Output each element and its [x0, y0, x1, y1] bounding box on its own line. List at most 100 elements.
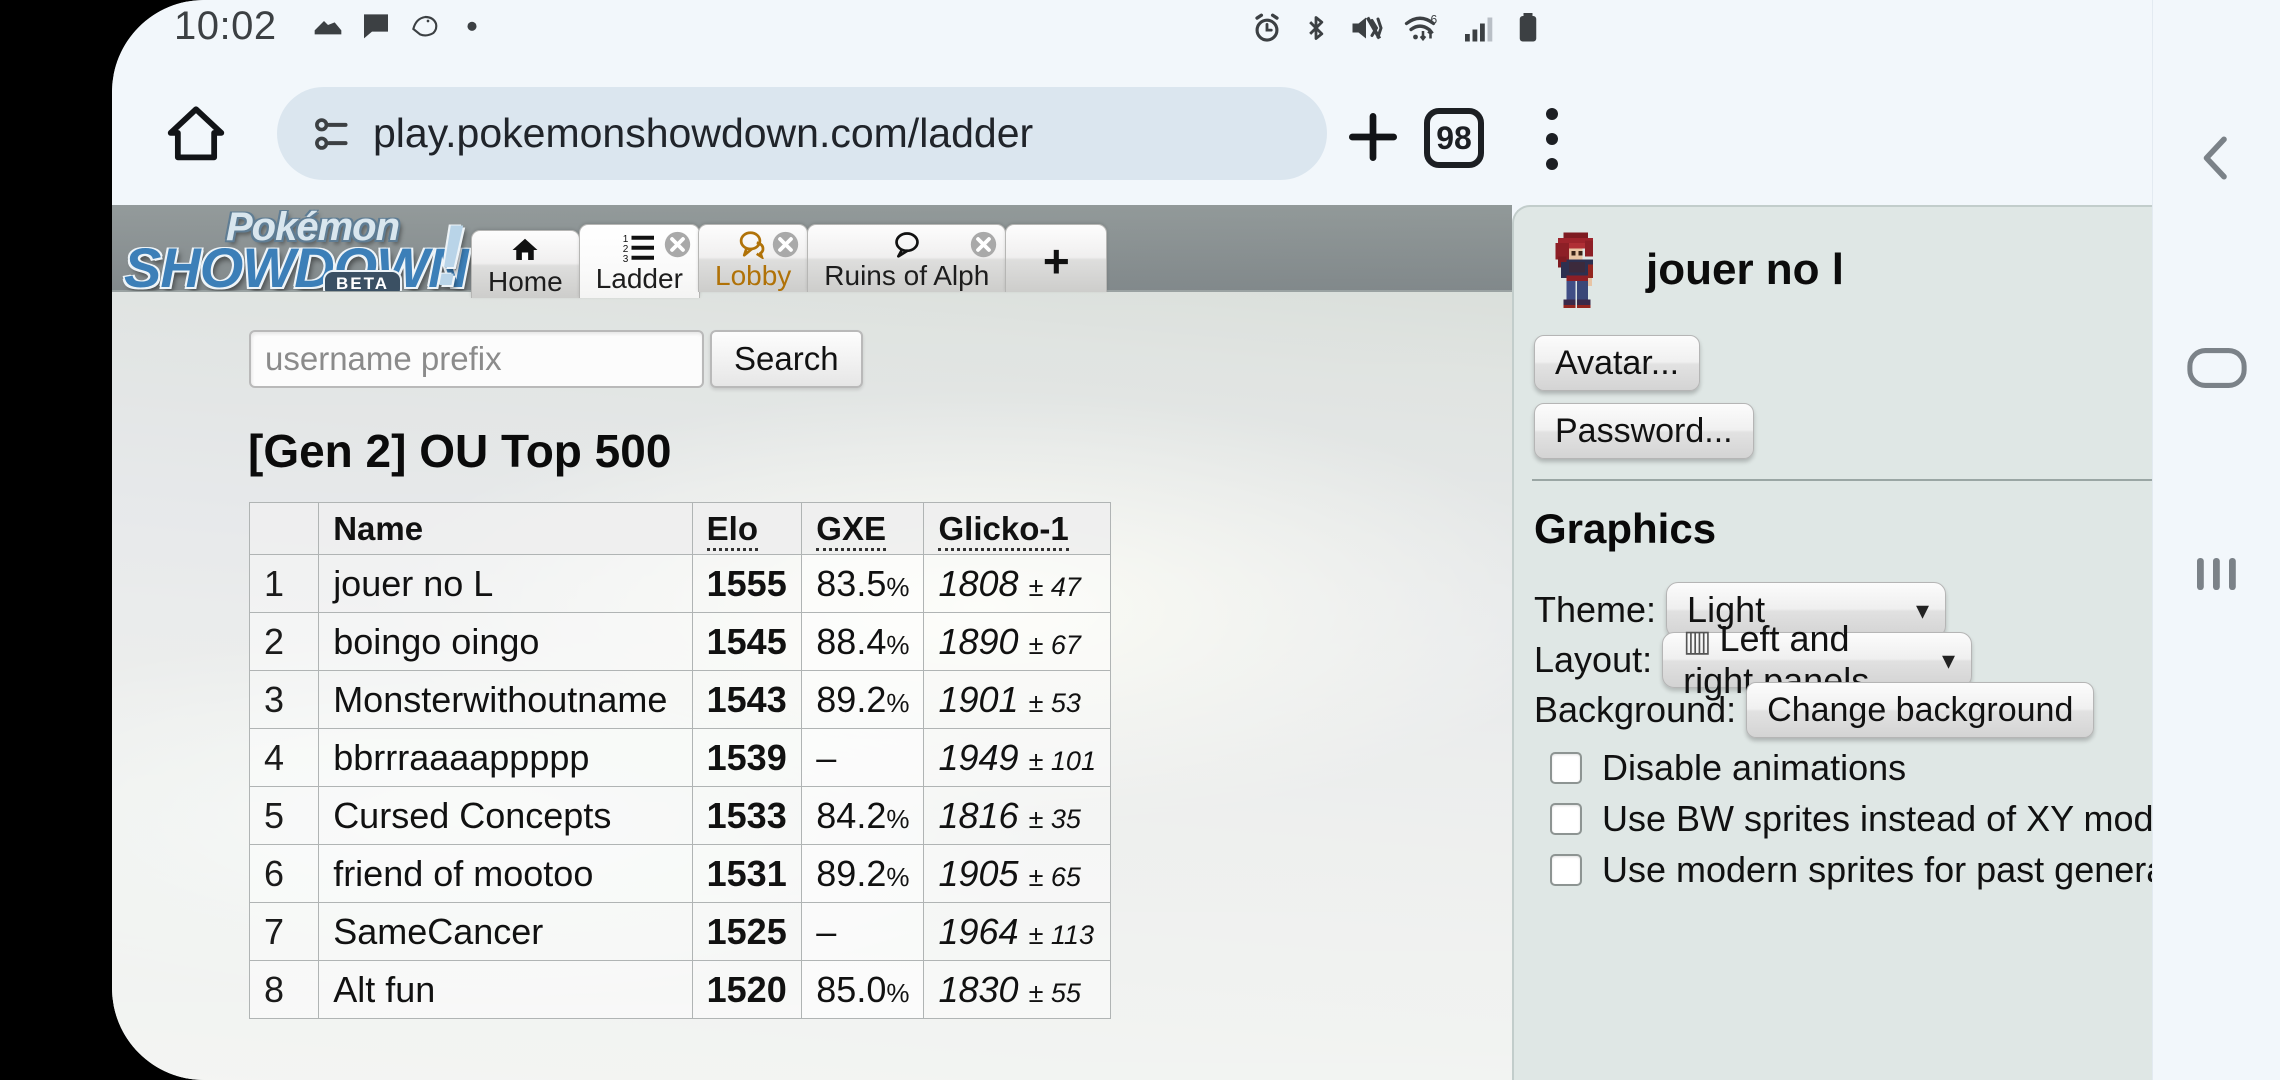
status-notification-icons — [312, 8, 488, 42]
cell-gxe: – — [801, 728, 925, 787]
cell-elo: 1525 — [691, 902, 803, 961]
bw-sprites-checkbox[interactable] — [1550, 803, 1582, 835]
table-row[interactable]: 2 boingo oingo 1545 88.4% 1890 ± 67 — [248, 612, 1111, 671]
cell-name[interactable]: jouer no L — [318, 554, 693, 613]
cell-gxe: 89.2% — [801, 844, 925, 903]
table-row[interactable]: 6 friend of mootoo 1531 89.2% 1905 ± 65 — [248, 844, 1111, 903]
bw-sprites-label: Use BW sprites instead of XY models — [1602, 798, 2200, 839]
cell-rank: 5 — [248, 786, 320, 845]
username-prefix-input[interactable]: username prefix — [249, 330, 704, 388]
cell-glicko: 1808 ± 47 — [923, 554, 1111, 613]
panel-divider — [1532, 479, 2212, 481]
showdown-logo[interactable]: Pokémon SHOWDOWN BETA ! — [118, 207, 508, 291]
change-background-button[interactable]: Change background — [1746, 682, 2095, 738]
cell-rank: 6 — [248, 844, 320, 903]
search-button[interactable]: Search — [710, 330, 863, 388]
new-showdown-tab-button[interactable]: + — [1005, 224, 1108, 292]
bw-sprites-row[interactable]: Use BW sprites instead of XY models — [1550, 798, 2200, 840]
house-icon — [510, 235, 540, 265]
ladder-search-row: username prefix Search — [249, 330, 863, 388]
tab-count-button[interactable]: 98 — [1424, 108, 1484, 168]
home-icon — [167, 106, 225, 161]
table-row[interactable]: 3 Monsterwithoutname 1543 89.2% 1901 ± 5… — [248, 670, 1111, 729]
trainer-avatar[interactable] — [1534, 227, 1620, 313]
tab-close-icon[interactable] — [771, 230, 800, 259]
col-glicko[interactable]: Glicko-1 — [923, 502, 1111, 555]
page-viewport: Pokémon SHOWDOWN BETA ! Home 1 2 3 Ladde… — [112, 205, 1512, 1080]
cell-rank: 1 — [248, 554, 320, 613]
status-bar: 10:02 6 — [112, 0, 2280, 62]
tune-icon[interactable] — [307, 112, 351, 156]
logo-exclamation: ! — [436, 208, 465, 291]
cell-name[interactable]: bbrrraaaappppp — [318, 728, 693, 787]
graphics-heading: Graphics — [1534, 505, 1717, 552]
cell-glicko: 1964 ± 113 — [923, 902, 1111, 961]
cell-elo: 1531 — [691, 844, 803, 903]
mute-vibrate-icon — [1352, 16, 1383, 40]
home-pill-icon — [2187, 348, 2247, 388]
tab-lobby[interactable]: Lobby — [698, 224, 809, 292]
android-home-button[interactable] — [2153, 318, 2280, 418]
phone-screen: 10:02 6 play.pokemonshowdown.com/ladder … — [112, 0, 2280, 1080]
cell-elo: 1545 — [691, 612, 803, 671]
cell-glicko: 1949 ± 101 — [923, 728, 1111, 787]
modern-sprites-row[interactable]: Use modern sprites for past generations — [1550, 849, 2242, 891]
cell-name[interactable]: Cursed Concepts — [318, 786, 693, 845]
cell-glicko: 1816 ± 35 — [923, 786, 1111, 845]
tab-count-label: 98 — [1436, 119, 1472, 156]
plus-icon: + — [1042, 234, 1070, 287]
cell-rank: 4 — [248, 728, 320, 787]
table-row[interactable]: 7 SameCancer 1525 – 1964 ± 113 — [248, 902, 1111, 961]
modern-sprites-checkbox[interactable] — [1550, 854, 1582, 886]
cell-name[interactable]: SameCancer — [318, 902, 693, 961]
cell-elo: 1555 — [691, 554, 803, 613]
tab-home[interactable]: Home — [471, 230, 580, 298]
cell-elo: 1543 — [691, 670, 803, 729]
cell-elo: 1533 — [691, 786, 803, 845]
settings-panel: jouer no l Avatar... Password... Graphic… — [1512, 205, 2248, 1080]
table-row[interactable]: 1 jouer no L 1555 83.5% 1808 ± 47 — [248, 554, 1111, 613]
col-elo[interactable]: Elo — [691, 502, 803, 555]
alarm-icon — [1255, 13, 1279, 42]
tab-ladder-label: Ladder — [595, 262, 683, 294]
disable-animations-row[interactable]: Disable animations — [1550, 747, 1906, 789]
tabbar-right: Lobby Ruins of Alph + — [698, 224, 1108, 292]
new-tab-button[interactable] — [1342, 106, 1404, 168]
browser-home-button[interactable] — [154, 92, 238, 176]
url-bar[interactable]: play.pokemonshowdown.com/ladder — [277, 87, 1327, 180]
cell-name[interactable]: boingo oingo — [318, 612, 693, 671]
user-row: jouer no l — [1534, 227, 1844, 313]
svg-text:3: 3 — [623, 254, 629, 262]
table-row[interactable]: 8 Alt fun 1520 85.0% 1830 ± 55 — [248, 960, 1111, 1019]
background-label: Background: — [1534, 689, 1737, 730]
svg-text:6: 6 — [1431, 13, 1438, 27]
tab-close-icon[interactable] — [969, 230, 998, 259]
tab-ruins-of-alph[interactable]: Ruins of Alph — [807, 224, 1007, 292]
tab-ladder[interactable]: 1 2 3 Ladder — [578, 224, 700, 298]
table-row[interactable]: 5 Cursed Concepts 1533 84.2% 1816 ± 35 — [248, 786, 1111, 845]
password-button[interactable]: Password... — [1534, 403, 1754, 459]
tab-close-icon[interactable] — [663, 230, 692, 259]
background-row: Background: Change background — [1534, 682, 2095, 738]
username-label: jouer no l — [1646, 245, 1844, 294]
cell-name[interactable]: Alt fun — [318, 960, 693, 1019]
col-gxe[interactable]: GXE — [801, 502, 925, 555]
android-back-button[interactable] — [2153, 108, 2280, 208]
browser-menu-button[interactable] — [1527, 104, 1577, 174]
cell-glicko: 1830 ± 55 — [923, 960, 1111, 1019]
disable-animations-label: Disable animations — [1602, 747, 1907, 788]
col-rank — [248, 502, 320, 555]
cell-glicko: 1905 ± 65 — [923, 844, 1111, 903]
cell-gxe: 88.4% — [801, 612, 925, 671]
android-recents-button[interactable] — [2153, 524, 2280, 624]
panels-glyph-icon: ▥ — [1683, 625, 1712, 658]
disable-animations-checkbox[interactable] — [1550, 752, 1582, 784]
modern-sprites-label: Use modern sprites for past generations — [1602, 849, 2243, 890]
tab-ruins-of-alph-label: Ruins of Alph — [824, 259, 990, 291]
cell-name[interactable]: friend of mootoo — [318, 844, 693, 903]
avatar-button[interactable]: Avatar... — [1534, 335, 1701, 391]
overflow-menu-icon — [1546, 133, 1558, 145]
cell-name[interactable]: Monsterwithoutname — [318, 670, 693, 729]
layout-select[interactable]: ▥ Left and right panels ▾ — [1662, 618, 1973, 701]
table-row[interactable]: 4 bbrrraaaappppp 1539 – 1949 ± 101 — [248, 728, 1111, 787]
